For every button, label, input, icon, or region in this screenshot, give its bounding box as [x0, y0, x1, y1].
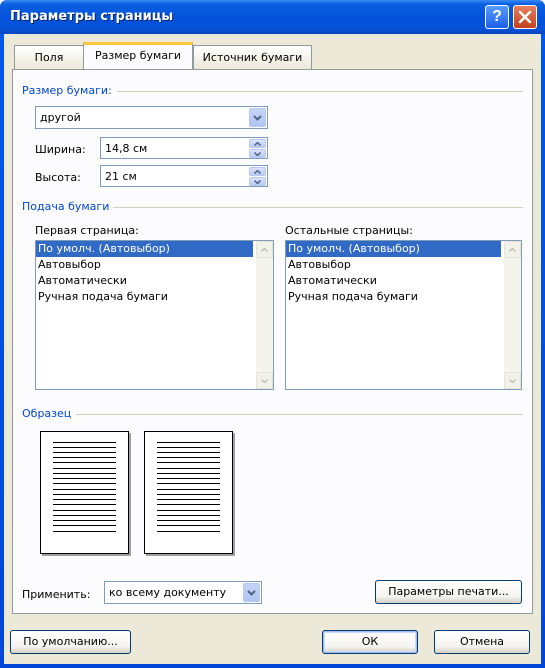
width-label: Ширина: [35, 143, 86, 156]
scroll-down-button[interactable] [256, 372, 273, 389]
tab-paper-size[interactable]: Размер бумаги [83, 42, 193, 69]
divider [76, 414, 523, 415]
print-options-button[interactable]: Параметры печати... [375, 580, 522, 604]
close-button[interactable] [513, 5, 537, 29]
default-button[interactable]: По умолчанию... [10, 630, 131, 654]
first-page-label: Первая страница: [35, 224, 139, 237]
paper-feed-group-title: Подача бумаги [22, 200, 110, 213]
height-spinner[interactable]: 21 см [100, 165, 268, 187]
list-item[interactable]: Автовыбор [36, 257, 273, 273]
apply-to-select[interactable]: ко всему документу [104, 581, 262, 604]
page-setup-dialog: Параметры страницы ? Поля Размер бумаги … [0, 0, 545, 668]
first-page-list[interactable]: По умолч. (Автовыбор) Автовыбор Автомати… [35, 240, 274, 390]
list-item[interactable]: Автовыбор [286, 257, 521, 273]
other-pages-label: Остальные страницы: [285, 224, 413, 237]
help-icon: ? [492, 8, 502, 25]
height-label: Высота: [35, 171, 81, 184]
title-bar[interactable]: Параметры страницы ? [0, 0, 545, 34]
list-item[interactable]: Автоматически [286, 273, 521, 289]
chevron-down-icon [254, 179, 261, 184]
apply-to-dropdown-button[interactable] [243, 583, 260, 602]
width-decrement-button[interactable] [249, 149, 266, 158]
list-item[interactable]: По умолч. (Автовыбор) [286, 241, 501, 257]
close-icon [518, 10, 532, 24]
preview-page-first [40, 431, 129, 554]
divider [117, 91, 523, 92]
chevron-up-icon [509, 247, 516, 252]
first-page-scrollbar[interactable] [256, 241, 273, 389]
height-value: 21 см [105, 170, 137, 183]
chevron-up-icon [261, 247, 268, 252]
scroll-down-button[interactable] [504, 372, 521, 389]
paper-size-select[interactable]: другой [35, 106, 268, 129]
help-button[interactable]: ? [485, 5, 509, 29]
cancel-button[interactable]: Отмена [434, 630, 530, 654]
chevron-down-icon [247, 589, 256, 596]
list-item[interactable]: Ручная подача бумаги [286, 289, 521, 305]
scroll-up-button[interactable] [256, 241, 273, 258]
paper-size-value: другой [40, 111, 81, 124]
tab-margins[interactable]: Поля [14, 45, 84, 69]
list-item[interactable]: По умолч. (Автовыбор) [36, 241, 253, 257]
chevron-down-icon [253, 114, 262, 121]
other-pages-scrollbar[interactable] [504, 241, 521, 389]
apply-to-value: ко всему документу [109, 586, 227, 599]
ok-button[interactable]: ОК [322, 630, 418, 654]
chevron-up-icon [254, 169, 261, 174]
list-item[interactable]: Автоматически [36, 273, 273, 289]
width-value: 14,8 см [105, 142, 148, 155]
paper-size-group-title: Размер бумаги: [22, 84, 112, 97]
chevron-down-icon [509, 378, 516, 383]
preview-page-other [144, 431, 233, 554]
paper-size-dropdown-button[interactable] [249, 108, 266, 127]
divider [113, 207, 523, 208]
apply-label: Применить: [22, 588, 91, 601]
list-item[interactable]: Ручная подача бумаги [36, 289, 273, 305]
width-increment-button[interactable] [249, 139, 266, 148]
width-spinner[interactable]: 14,8 см [100, 137, 268, 159]
preview-group-title: Образец [22, 407, 72, 420]
other-pages-list[interactable]: По умолч. (Автовыбор) Автовыбор Автомати… [285, 240, 522, 390]
chevron-down-icon [254, 151, 261, 156]
tab-paper-source[interactable]: Источник бумаги [193, 45, 312, 69]
chevron-down-icon [261, 378, 268, 383]
chevron-up-icon [254, 141, 261, 146]
height-decrement-button[interactable] [249, 177, 266, 186]
dialog-body: Поля Размер бумаги Источник бумаги Разме… [4, 34, 541, 664]
window-title: Параметры страницы [10, 9, 174, 24]
scroll-up-button[interactable] [504, 241, 521, 258]
height-increment-button[interactable] [249, 167, 266, 176]
tab-panel: Размер бумаги: другой Ширина: 14,8 см Вы… [12, 69, 533, 614]
